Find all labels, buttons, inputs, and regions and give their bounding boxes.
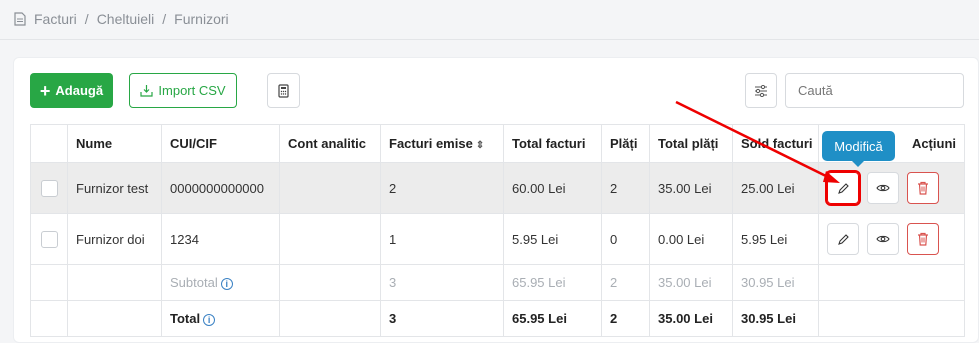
header-nume[interactable]: Nume: [67, 124, 162, 163]
subtotal-total-facturi: 65.95 Lei: [503, 264, 602, 301]
subtotal-label: Subtotal: [170, 275, 218, 290]
total-plati: 2: [601, 300, 650, 337]
calculator-icon: [278, 83, 289, 98]
header-facturi-emise-label: Facturi emise: [389, 136, 473, 151]
total-total-plati: 35.00 Lei: [649, 300, 733, 337]
add-button[interactable]: + Adaugă: [30, 73, 113, 108]
add-button-label: Adaugă: [55, 83, 104, 98]
header-cui[interactable]: CUI/CIF: [161, 124, 280, 163]
info-icon[interactable]: i: [203, 313, 216, 326]
total-total-facturi: 65.95 Lei: [503, 300, 602, 337]
row-checkbox[interactable]: [41, 230, 58, 248]
header-facturi-emise[interactable]: Facturi emise ⇕: [380, 124, 504, 163]
header-select: [30, 124, 68, 163]
top-bar: Facturi / Cheltuieli / Furnizori: [0, 0, 979, 40]
content-card: + Adaugă Import CSV Nume CUI/CIF Cont an…: [13, 57, 979, 343]
edit-button[interactable]: [827, 223, 859, 255]
empty-cell: [279, 300, 381, 337]
table-row: Furnizor doi 1234 1 5.95 Lei 0 0.00 Lei …: [30, 213, 965, 265]
sort-icon[interactable]: ⇕: [476, 140, 484, 151]
edit-button[interactable]: [825, 170, 861, 206]
row-checkbox-cell: [30, 213, 68, 265]
header-plati[interactable]: Plăți: [601, 124, 650, 163]
sliders-icon: [755, 84, 767, 97]
empty-cell: [818, 264, 965, 301]
cell-cui: 1234: [161, 213, 280, 265]
header-total-plati[interactable]: Total plăți: [649, 124, 733, 163]
pencil-icon: [837, 233, 849, 245]
empty-cell: [67, 300, 162, 337]
filter-settings-button[interactable]: [745, 73, 777, 108]
subtotal-label-cell: Subtotal i: [161, 264, 280, 301]
cell-plati: 0: [601, 213, 650, 265]
cell-total-plati: 35.00 Lei: [649, 162, 733, 214]
eye-icon: [876, 184, 890, 192]
total-row: Total i 3 65.95 Lei 2 35.00 Lei 30.95 Lei: [30, 300, 965, 337]
view-button[interactable]: [867, 223, 899, 255]
breadcrumb-separator: /: [162, 11, 167, 27]
breadcrumb-furnizori: Furnizori: [174, 11, 229, 27]
download-icon: [140, 85, 154, 97]
subtotal-facturi: 3: [380, 264, 504, 301]
plus-icon: +: [39, 80, 51, 101]
cell-total-facturi: 60.00 Lei: [503, 162, 602, 214]
subtotal-total-plati: 35.00 Lei: [649, 264, 733, 301]
empty-cell: [67, 264, 162, 301]
cell-total-plati: 0.00 Lei: [649, 213, 733, 265]
document-icon: [14, 12, 26, 26]
header-cont-analitic[interactable]: Cont analitic: [279, 124, 381, 163]
view-button[interactable]: [867, 172, 899, 204]
cell-plati: 2: [601, 162, 650, 214]
cell-facturi: 1: [380, 213, 504, 265]
calculator-button[interactable]: [267, 73, 300, 108]
empty-cell: [818, 300, 965, 337]
empty-cell: [279, 264, 381, 301]
empty-cell: [30, 264, 68, 301]
cell-actions: [818, 162, 965, 214]
cell-total-facturi: 5.95 Lei: [503, 213, 602, 265]
subtotal-sold: 30.95 Lei: [732, 264, 819, 301]
import-csv-button[interactable]: Import CSV: [129, 73, 237, 108]
subtotal-row: Subtotal i 3 65.95 Lei 2 35.00 Lei 30.95 …: [30, 264, 965, 301]
row-checkbox-cell: [30, 162, 68, 214]
cell-actions: [818, 213, 965, 265]
breadcrumb-cheltuieli[interactable]: Cheltuieli: [97, 11, 155, 27]
header-total-facturi[interactable]: Total facturi: [503, 124, 602, 163]
delete-button[interactable]: [907, 223, 939, 255]
edit-tooltip: Modifică: [822, 131, 895, 167]
header-sold-facturi[interactable]: Sold facturi: [732, 124, 819, 163]
trash-icon: [918, 232, 928, 246]
total-sold: 30.95 Lei: [732, 300, 819, 337]
cell-sold: 25.00 Lei: [732, 162, 819, 214]
total-label-cell: Total i: [161, 300, 280, 337]
eye-icon: [876, 235, 890, 243]
subtotal-plati: 2: [601, 264, 650, 301]
cell-facturi: 2: [380, 162, 504, 214]
import-csv-label: Import CSV: [158, 83, 226, 98]
cell-nume: Furnizor doi: [67, 213, 162, 265]
table-row: Furnizor test 0000000000000 2 60.00 Lei …: [30, 162, 965, 214]
trash-icon: [918, 181, 928, 195]
info-icon[interactable]: i: [220, 277, 233, 290]
cell-cont: [279, 162, 381, 214]
cell-cont: [279, 213, 381, 265]
cell-nume: Furnizor test: [67, 162, 162, 214]
breadcrumb: Facturi / Cheltuieli / Furnizori: [14, 11, 229, 27]
total-facturi: 3: [380, 300, 504, 337]
breadcrumb-facturi[interactable]: Facturi: [34, 11, 77, 27]
search-input[interactable]: [785, 73, 964, 108]
pencil-icon: [837, 182, 849, 194]
cell-sold: 5.95 Lei: [732, 213, 819, 265]
breadcrumb-separator: /: [84, 11, 89, 27]
delete-button[interactable]: [907, 172, 939, 204]
empty-cell: [30, 300, 68, 337]
total-label: Total: [170, 311, 201, 326]
cell-cui: 0000000000000: [161, 162, 280, 214]
row-checkbox[interactable]: [41, 179, 58, 197]
